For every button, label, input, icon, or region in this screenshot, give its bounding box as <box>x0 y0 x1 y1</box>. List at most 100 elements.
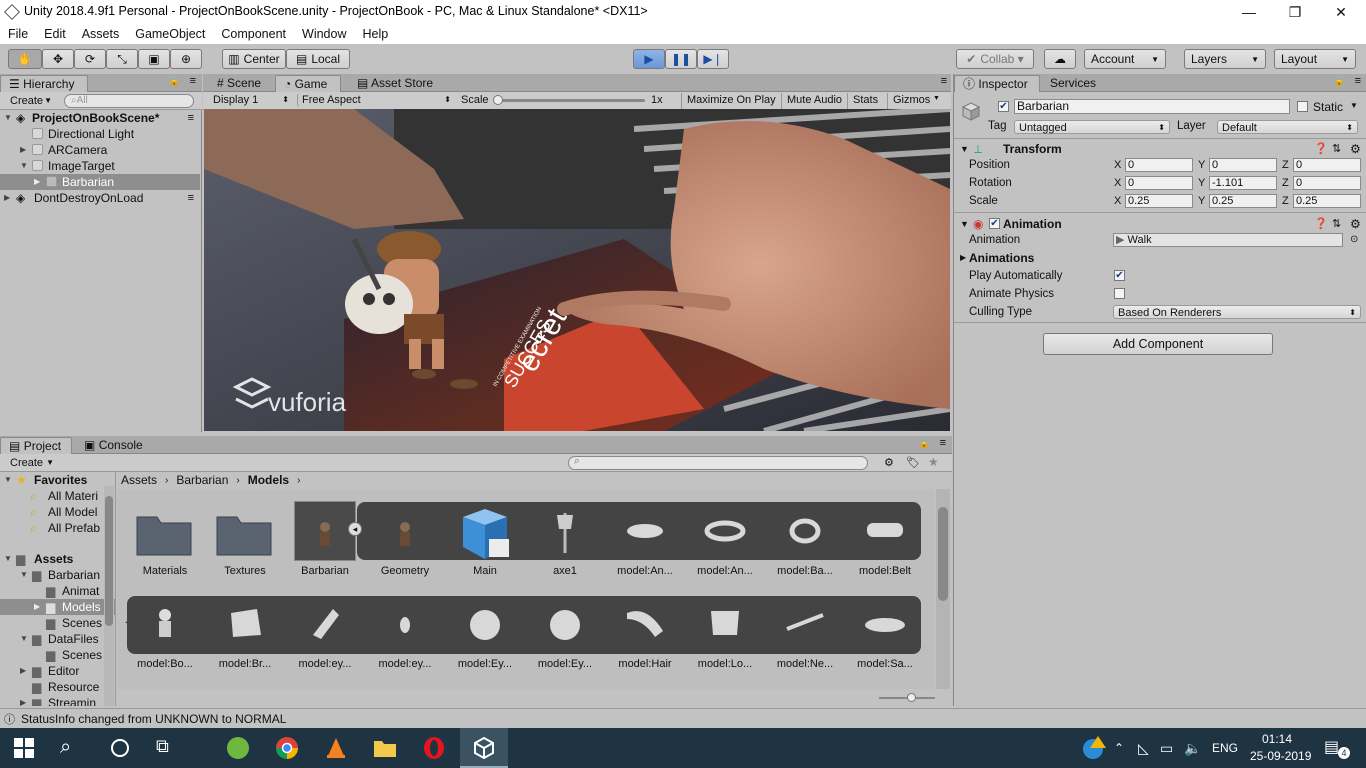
row-menu-icon[interactable]: ≡ <box>188 110 194 126</box>
mesh-icon[interactable] <box>293 595 357 655</box>
favorites-row[interactable]: ▼ ★ Favorites <box>0 472 115 488</box>
cube-mesh-icon[interactable] <box>453 503 517 563</box>
tab-game[interactable]: ◔ Game <box>275 75 341 92</box>
menu-file[interactable]: File <box>8 27 28 41</box>
tree-folder[interactable]: ▆ Resource <box>0 679 115 695</box>
tree-folder-selected[interactable]: ▶ ▆ Models <box>0 599 115 615</box>
transform-tool-button[interactable]: ⊕ <box>170 49 202 69</box>
tag-dropdown[interactable]: Untagged ⬍ <box>1014 120 1170 134</box>
fold-closed-icon[interactable]: ▶ <box>20 695 26 706</box>
fold-open-icon[interactable]: ▼ <box>4 472 12 488</box>
menu-component[interactable]: Component <box>221 27 286 41</box>
favorites-item[interactable]: ⌕ All Materi <box>0 488 115 504</box>
thumbnail-size-handle[interactable] <box>907 693 916 702</box>
breadcrumb-item[interactable]: Assets <box>121 473 157 487</box>
animate-physics-checkbox[interactable] <box>1114 288 1125 299</box>
fold-closed-icon[interactable]: ▶ <box>34 174 40 190</box>
fold-closed-icon[interactable]: ▶ <box>20 663 26 679</box>
opera-icon[interactable] <box>422 736 446 760</box>
mute-audio-toggle[interactable]: Mute Audio <box>781 93 847 109</box>
tab-asset-store[interactable]: ▤ Asset Store <box>349 75 441 92</box>
menu-gameobject[interactable]: GameObject <box>135 27 205 41</box>
animation-enabled-checkbox[interactable]: ✔ <box>989 218 1000 229</box>
cloud-button[interactable]: ☁ <box>1044 49 1076 69</box>
maximize-on-play-toggle[interactable]: Maximize On Play <box>681 93 781 109</box>
active-checkbox[interactable]: ✔ <box>998 101 1009 112</box>
barbarian-model-icon[interactable] <box>293 503 357 563</box>
static-checkbox[interactable] <box>1297 101 1308 112</box>
tab-services[interactable]: Services <box>1042 75 1104 92</box>
battery-icon[interactable]: ▭ <box>1160 736 1184 760</box>
fold-open-icon[interactable]: ▼ <box>20 631 28 647</box>
asset-grid-scrollbar[interactable] <box>936 489 950 689</box>
panel-menu-icon[interactable]: ≡ <box>190 75 196 87</box>
project-create-button[interactable]: Create ▼ <box>6 456 58 470</box>
lock-icon[interactable]: 🔒 <box>919 438 930 449</box>
scale-tool-button[interactable]: ⤡ <box>106 49 138 69</box>
hierarchy-item-barbarian[interactable]: ▶ Barbarian <box>0 174 200 190</box>
fold-open-icon[interactable]: ▼ <box>4 551 12 567</box>
search-icon[interactable]: ⌕ <box>60 736 84 760</box>
collab-button[interactable]: ✔ Collab ▾ <box>956 49 1034 69</box>
chrome-icon[interactable] <box>275 736 299 760</box>
filter-label-icon[interactable]: 🏷 <box>906 456 920 469</box>
mesh-icon[interactable] <box>693 503 757 563</box>
tree-scrollbar-thumb[interactable] <box>105 496 113 626</box>
stats-toggle[interactable]: Stats <box>847 93 883 109</box>
account-dropdown[interactable]: Account ▼ <box>1084 49 1166 69</box>
layer-dropdown[interactable]: Default ⬍ <box>1217 120 1358 134</box>
add-component-button[interactable]: Add Component <box>1043 333 1273 355</box>
position-z-field[interactable]: 0 <box>1293 158 1361 172</box>
gizmos-dropdown[interactable]: Gizmos <box>887 93 935 109</box>
tree-folder[interactable]: ▆ Scenes <box>0 647 115 663</box>
tree-folder[interactable]: ▆ Scenes <box>0 615 115 631</box>
menu-edit[interactable]: Edit <box>44 27 66 41</box>
mesh-icon[interactable] <box>773 503 837 563</box>
vlc-icon[interactable] <box>324 736 348 760</box>
animations-row[interactable]: ▶ Animations <box>956 249 1366 267</box>
position-x-field[interactable]: 0 <box>1125 158 1193 172</box>
tree-folder[interactable]: ▆ Animat <box>0 583 115 599</box>
hierarchy-scene-row[interactable]: ▼ ◈ ProjectOnBookScene* ≡ <box>0 110 200 126</box>
project-search-input[interactable]: ⌕ <box>568 455 868 470</box>
tree-folder[interactable]: ▶ ▆ Editor <box>0 663 115 679</box>
rotate-tool-button[interactable]: ⟳ <box>74 49 106 69</box>
fold-closed-icon[interactable]: ▶ <box>20 142 26 158</box>
pause-button[interactable]: ❚❚ <box>665 49 697 69</box>
position-y-field[interactable]: 0 <box>1209 158 1277 172</box>
favorites-item[interactable]: ⌕ All Model <box>0 504 115 520</box>
tree-folder[interactable]: ▼ ▆ DataFiles <box>0 631 115 647</box>
hierarchy-search-input[interactable]: ⌕All <box>64 94 194 108</box>
lock-icon[interactable]: 🔒 <box>1334 76 1345 87</box>
fold-open-icon[interactable]: ▼ <box>20 158 28 174</box>
aspect-dropdown[interactable]: Free Aspect ⬍ <box>297 93 455 107</box>
play-automatically-checkbox[interactable]: ✔ <box>1114 270 1125 281</box>
menu-help[interactable]: Help <box>362 27 388 41</box>
mesh-icon[interactable] <box>853 595 917 655</box>
mesh-icon[interactable] <box>693 595 757 655</box>
mesh-icon[interactable] <box>453 595 517 655</box>
fold-closed-icon[interactable]: ▶ <box>960 249 966 267</box>
play-button[interactable]: ▶ <box>633 49 665 69</box>
culling-type-dropdown[interactable]: Based On Renderers ⬍ <box>1113 305 1361 319</box>
cortana-icon[interactable] <box>108 736 132 760</box>
tree-folder[interactable]: ▼ ▆ Barbarian <box>0 567 115 583</box>
mesh-icon[interactable] <box>613 595 677 655</box>
axe-mesh-icon[interactable] <box>533 503 597 563</box>
scale-x-field[interactable]: 0.25 <box>1125 194 1193 208</box>
step-button[interactable]: ▶❘ <box>697 49 729 69</box>
unity-taskbar-button[interactable] <box>460 728 508 768</box>
mesh-icon[interactable] <box>133 595 197 655</box>
pivot-local-button[interactable]: ▤ Local <box>286 49 350 69</box>
breadcrumb-item[interactable]: Barbarian <box>176 473 228 487</box>
fold-closed-icon[interactable]: ▶ <box>4 190 10 206</box>
hierarchy-item-arcamera[interactable]: ▶ ARCamera <box>0 142 200 158</box>
chevron-down-icon[interactable]: ▼ <box>1350 101 1358 110</box>
rotation-x-field[interactable]: 0 <box>1125 176 1193 190</box>
rotation-y-field[interactable]: -1.101 <box>1209 176 1277 190</box>
folder-icon[interactable] <box>213 503 277 563</box>
filter-type-icon[interactable]: ⚙ <box>884 456 894 469</box>
animation-clip-field[interactable]: ▶ Walk <box>1113 233 1343 247</box>
panel-menu-icon[interactable]: ≡ <box>941 75 947 87</box>
fold-closed-icon[interactable]: ▶ <box>34 599 40 615</box>
